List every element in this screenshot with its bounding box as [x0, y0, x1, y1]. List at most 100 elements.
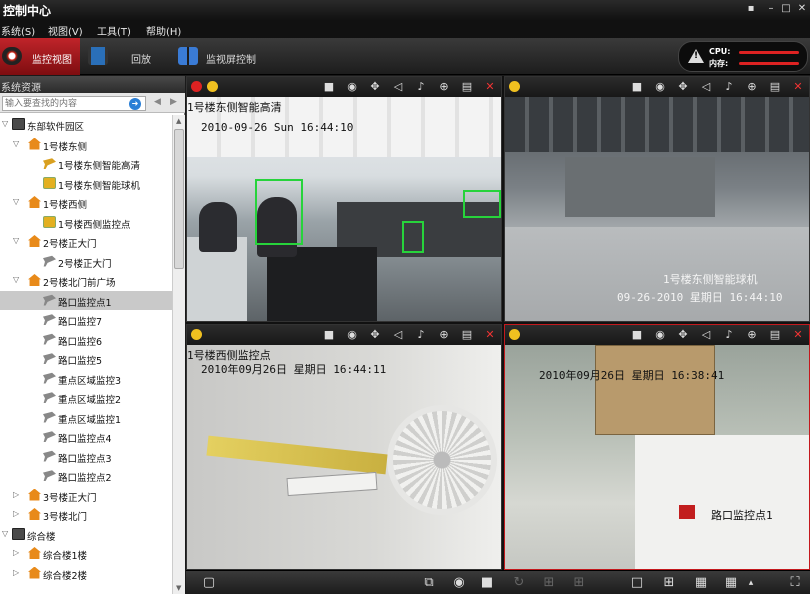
stream-icon[interactable]: ▤	[460, 328, 474, 342]
tree-item[interactable]: 路口监控点4	[0, 427, 172, 446]
layout-9-icon[interactable]: ▦	[690, 574, 712, 592]
expand-icon[interactable]: ▷	[13, 509, 19, 518]
menu-view[interactable]: 视图(V)	[48, 23, 83, 38]
layout-4-icon[interactable]: ⊞	[658, 574, 680, 592]
nav-forward-icon[interactable]: ▶	[170, 97, 177, 107]
microphone-icon[interactable]: ♪	[414, 328, 428, 342]
tree-item[interactable]: ▷ 3号楼北门	[0, 505, 172, 524]
collapse-icon[interactable]: ▽	[13, 275, 19, 284]
collapse-icon[interactable]: ▽	[13, 197, 19, 206]
add-view-icon[interactable]: ⊞	[538, 574, 560, 592]
collapse-icon[interactable]: ▽	[13, 139, 19, 148]
video-pane-1[interactable]: ■ ◉ ✥ ◁ ♪ ⊕ ▤ ✕ 1号楼东侧智能高清 2010-09-26 Sun 16:44:…	[186, 76, 502, 322]
tree-item[interactable]: ▽ 2号楼北门前广场	[0, 271, 172, 290]
stream-icon[interactable]: ▤	[768, 80, 782, 94]
ptz-icon[interactable]: ✥	[368, 80, 382, 94]
menu-system[interactable]: 系统(S)	[1, 23, 35, 38]
tree-item[interactable]: ▽ 2号楼正大门	[0, 232, 172, 251]
microphone-icon[interactable]: ♪	[414, 80, 428, 94]
close-all-icon[interactable]: ⧉	[418, 574, 440, 592]
mute-icon[interactable]: ◁	[699, 328, 713, 342]
tree-item[interactable]: 重点区域监控1	[0, 408, 172, 427]
fullscreen-icon[interactable]: ⛶	[784, 574, 806, 592]
tree-item[interactable]: 路口监控点1	[0, 290, 172, 310]
ptz-icon[interactable]: ✥	[676, 328, 690, 342]
tree-item[interactable]: 2号楼正大门	[0, 252, 172, 271]
microphone-icon[interactable]: ♪	[722, 80, 736, 94]
tree-item[interactable]: 1号楼西侧监控点	[0, 213, 172, 232]
mute-icon[interactable]: ◁	[699, 80, 713, 94]
microphone-icon[interactable]: ♪	[722, 328, 736, 342]
search-input[interactable]	[2, 96, 146, 111]
expand-icon[interactable]: ▷	[13, 568, 19, 577]
collapse-icon[interactable]: ▽	[2, 119, 8, 128]
minimize-button[interactable]: –	[764, 2, 778, 16]
ptz-icon[interactable]: ✥	[676, 80, 690, 94]
stream-icon[interactable]: ▤	[460, 80, 474, 94]
video-pane-3[interactable]: ■ ◉ ✥ ◁ ♪ ⊕ ▤ ✕ 1号楼西侧监控点 2010年09月26日 星期日 16:44:…	[186, 324, 502, 570]
snapshot-icon[interactable]: ◉	[345, 80, 359, 94]
tab-monitor-screen-control[interactable]: 监视屏控制	[176, 38, 276, 75]
snapshot-all-icon[interactable]: ◉	[448, 574, 470, 592]
close-pane-icon[interactable]: ✕	[483, 80, 497, 94]
stream-icon[interactable]: ▤	[768, 328, 782, 342]
scroll-up-icon[interactable]: ▲	[176, 117, 181, 125]
tree-item[interactable]: 路口监控5	[0, 349, 172, 368]
refresh-icon[interactable]: ↻	[508, 574, 530, 592]
expand-icon[interactable]: ▷	[13, 490, 19, 499]
snapshot-icon[interactable]: ◉	[653, 328, 667, 342]
nav-back-icon[interactable]: ◀	[154, 97, 161, 107]
close-pane-icon[interactable]: ✕	[483, 328, 497, 342]
tree-item[interactable]: 路口监控6	[0, 330, 172, 349]
scroll-thumb[interactable]	[174, 129, 184, 269]
close-button[interactable]: ✕	[795, 2, 809, 16]
tree-item[interactable]: ▷ 3号楼正大门	[0, 486, 172, 505]
layout-1-icon[interactable]: □	[626, 574, 648, 592]
tree-item[interactable]: ▽ 1号楼东侧	[0, 135, 172, 154]
tab-playback[interactable]: 回放	[86, 38, 166, 75]
mute-icon[interactable]: ◁	[391, 328, 405, 342]
record-icon[interactable]: ■	[322, 80, 336, 94]
layout-16-icon[interactable]: ▦	[720, 574, 742, 592]
tree-item[interactable]: 路口监控点2	[0, 466, 172, 485]
tree-item[interactable]: 路口监控7	[0, 310, 172, 329]
close-pane-icon[interactable]: ✕	[791, 328, 805, 342]
zoom-icon[interactable]: ⊕	[437, 80, 451, 94]
tree-item[interactable]: 重点区域监控3	[0, 369, 172, 388]
close-pane-icon[interactable]: ✕	[791, 80, 805, 94]
restore-icon[interactable]: ▪	[744, 2, 758, 16]
ptz-icon[interactable]: ✥	[368, 328, 382, 342]
layout-more-icon[interactable]: ▴	[740, 574, 762, 592]
tree-item[interactable]: ▷ 综合楼1楼	[0, 544, 172, 563]
collapse-icon[interactable]: ▽	[13, 236, 19, 245]
zoom-icon[interactable]: ⊕	[745, 328, 759, 342]
expand-icon[interactable]: ▷	[13, 548, 19, 557]
tree-item[interactable]: ▽ 综合楼	[0, 525, 172, 544]
scroll-down-icon[interactable]: ▼	[176, 584, 181, 592]
video-pane-4[interactable]: ■ ◉ ✥ ◁ ♪ ⊕ ▤ ✕ 2010年09月26日 星期日 16:38:41 路口监控点1	[504, 324, 810, 570]
menu-help[interactable]: 帮助(H)	[146, 23, 181, 38]
tree-item[interactable]: 1号楼东侧智能高清	[0, 154, 172, 173]
fullscreen-window-icon[interactable]: ▢	[198, 574, 220, 592]
tree-scrollbar[interactable]: ▲ ▼	[172, 115, 185, 594]
tree-item[interactable]: 路口监控点3	[0, 447, 172, 466]
snapshot-icon[interactable]: ◉	[345, 328, 359, 342]
record-icon[interactable]: ■	[630, 328, 644, 342]
tree-item[interactable]: ▷ 综合楼2楼	[0, 564, 172, 583]
add-group-icon[interactable]: ⊞	[568, 574, 590, 592]
tree-item[interactable]: ▽ 1号楼西侧	[0, 193, 172, 212]
menu-tools[interactable]: 工具(T)	[97, 23, 131, 38]
mute-icon[interactable]: ◁	[391, 80, 405, 94]
tree-item[interactable]: 1号楼东侧智能球机	[0, 174, 172, 193]
video-pane-2[interactable]: ■ ◉ ✥ ◁ ♪ ⊕ ▤ ✕ 1号楼东侧智能球机 09-26-2010 星期日 16:44:…	[504, 76, 810, 322]
tree-item[interactable]: 重点区域监控2	[0, 388, 172, 407]
search-go-icon[interactable]: ➜	[129, 98, 141, 110]
maximize-button[interactable]: □	[779, 2, 793, 16]
record-icon[interactable]: ■	[630, 80, 644, 94]
zoom-icon[interactable]: ⊕	[437, 328, 451, 342]
zoom-icon[interactable]: ⊕	[745, 80, 759, 94]
record-icon[interactable]: ■	[322, 328, 336, 342]
record-all-icon[interactable]: ■	[476, 574, 498, 592]
collapse-icon[interactable]: ▽	[2, 529, 8, 538]
tree-item[interactable]: ▽ 东部软件园区	[0, 115, 172, 134]
